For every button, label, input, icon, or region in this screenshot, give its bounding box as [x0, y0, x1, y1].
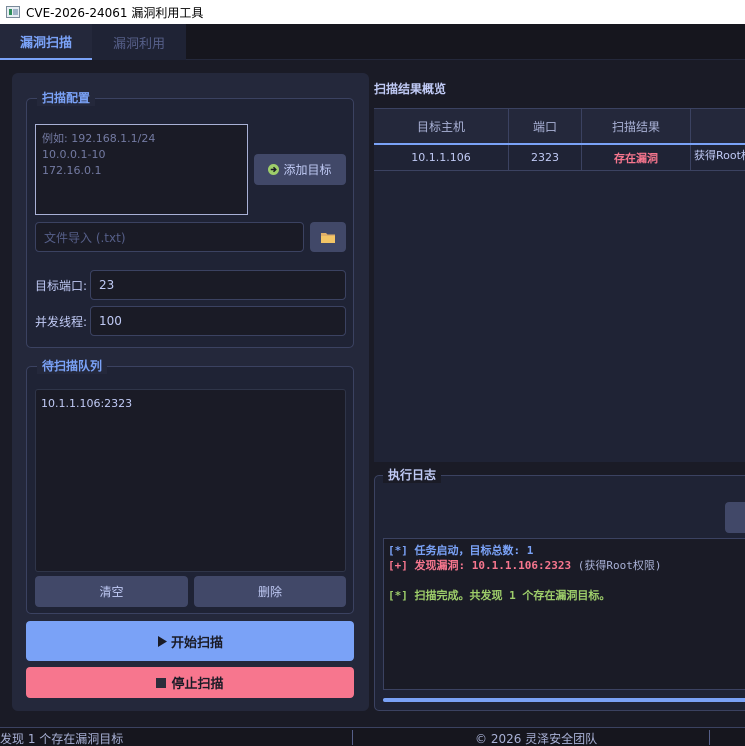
browse-file-button[interactable] — [310, 222, 346, 252]
port-input[interactable]: 23 — [90, 270, 346, 300]
cell-result: 存在漏洞 — [582, 145, 691, 170]
log-toolbar-button[interactable] — [725, 502, 745, 533]
execution-log-title: 执行日志 — [383, 467, 442, 483]
app-icon — [6, 6, 20, 18]
table-row[interactable]: 10.1.1.106 2323 存在漏洞 获得Root权限 — [374, 145, 745, 171]
stop-scan-button[interactable]: 停止扫描 — [26, 667, 354, 698]
tab-vuln-scan[interactable]: 漏洞扫描 — [0, 24, 92, 60]
add-target-button[interactable]: 添加目标 — [254, 154, 346, 185]
status-message: 发现 1 个存在漏洞目标 — [0, 732, 124, 746]
scan-queue-group: 待扫描队列 10.1.1.106:2323 清空 删除 — [26, 358, 354, 614]
arrow-right-circle-icon — [268, 164, 280, 175]
log-line: [*] 任务启动，目标总数: 1 — [388, 544, 534, 557]
left-panel: 扫描配置 例如: 192.168.1.1/24 10.0.0.1-10 172.… — [12, 73, 369, 711]
status-bar: 发现 1 个存在漏洞目标 © 2026 灵泽安全团队 — [0, 727, 745, 746]
file-import-input[interactable]: 文件导入 (.txt) — [35, 222, 304, 252]
results-title: 扫描结果概览 — [374, 82, 447, 96]
tab-bar: 漏洞扫描 漏洞利用 — [0, 24, 745, 60]
column-header-detail[interactable] — [691, 109, 745, 143]
queue-item[interactable]: 10.1.1.106:2323 — [41, 397, 340, 410]
port-label: 目标端口: — [35, 279, 88, 293]
scan-config-group: 扫描配置 例如: 192.168.1.1/24 10.0.0.1-10 172.… — [26, 90, 354, 348]
log-progress-bar — [383, 698, 745, 702]
add-target-label: 添加目标 — [283, 163, 332, 177]
results-table: 目标主机 端口 扫描结果 10.1.1.106 2323 存在漏洞 获得Root… — [374, 108, 745, 462]
log-line: [+] 发现漏洞: 10.1.1.106:2323 (获得Root权限) — [388, 559, 662, 572]
status-copyright: © 2026 灵泽安全团队 — [475, 732, 598, 746]
window-titlebar: CVE-2026-24061 漏洞利用工具 — [0, 0, 745, 24]
start-scan-button[interactable]: 开始扫描 — [26, 621, 354, 661]
queue-list[interactable]: 10.1.1.106:2323 — [35, 389, 346, 572]
scan-config-title: 扫描配置 — [37, 90, 96, 106]
cell-detail: 获得Root权限 — [694, 149, 745, 162]
column-header-port[interactable]: 端口 — [509, 109, 582, 143]
window-title: CVE-2026-24061 漏洞利用工具 — [26, 5, 204, 20]
tab-vuln-exploit[interactable]: 漏洞利用 — [92, 24, 186, 60]
threads-input[interactable]: 100 — [90, 306, 346, 336]
column-header-host[interactable]: 目标主机 — [374, 109, 509, 143]
play-icon — [157, 635, 167, 647]
folder-icon — [320, 231, 336, 244]
clear-queue-button[interactable]: 清空 — [35, 576, 188, 607]
targets-textarea[interactable]: 例如: 192.168.1.1/24 10.0.0.1-10 172.16.0.… — [35, 124, 248, 215]
threads-label: 并发线程: — [35, 315, 88, 329]
stop-icon — [156, 677, 167, 688]
stop-scan-label: 停止扫描 — [171, 677, 224, 692]
delete-queue-item-button[interactable]: 删除 — [194, 576, 346, 607]
log-output[interactable]: [*] 任务启动，目标总数: 1 [+] 发现漏洞: 10.1.1.106:23… — [383, 538, 745, 690]
cell-host: 10.1.1.106 — [374, 145, 509, 170]
column-header-result[interactable]: 扫描结果 — [582, 109, 691, 143]
cell-port: 2323 — [509, 145, 582, 170]
status-separator — [352, 730, 353, 745]
scan-queue-title: 待扫描队列 — [37, 358, 108, 374]
execution-log-group: 执行日志 [*] 任务启动，目标总数: 1 [+] 发现漏洞: 10.1.1.1… — [374, 467, 745, 711]
log-line: [*] 扫描完成。共发现 1 个存在漏洞目标。 — [388, 589, 611, 602]
status-separator — [709, 730, 710, 745]
results-header-row: 目标主机 端口 扫描结果 — [374, 109, 745, 145]
start-scan-label: 开始扫描 — [170, 635, 223, 651]
